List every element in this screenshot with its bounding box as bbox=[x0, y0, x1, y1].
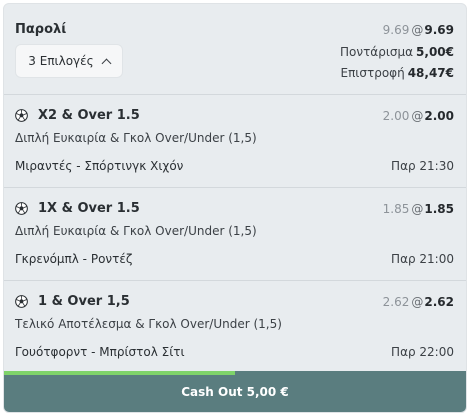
at-sign: @ bbox=[411, 295, 424, 309]
original-odds: 9.69 bbox=[382, 23, 410, 37]
original-odds: 2.00 bbox=[382, 109, 410, 123]
stake-value: 5,00€ bbox=[416, 45, 454, 59]
stake-label: Ποντάρισμα bbox=[340, 45, 414, 59]
return-label: Επιστροφή bbox=[340, 66, 405, 80]
event-time: Παρ 21:00 bbox=[391, 252, 454, 266]
current-odds: 2.62 bbox=[424, 295, 454, 309]
at-sign: @ bbox=[411, 109, 424, 123]
selection-odds: 2.00 @2.00 bbox=[383, 109, 454, 123]
selection-odds: 1.85 @1.85 bbox=[383, 202, 454, 216]
original-odds: 1.85 bbox=[382, 202, 410, 216]
market-name: Διπλή Ευκαιρία & Γκολ Over/Under (1,5) bbox=[15, 224, 257, 238]
selection-name: X2 & Over 1.5 bbox=[38, 108, 140, 123]
selection-item: 1X & Over 1.5 1.85 @1.85 Διπλή Ευκαιρία &… bbox=[4, 187, 466, 279]
at-sign: @ bbox=[411, 23, 424, 37]
market-name: Τελικό Αποτέλεσμα & Γκολ Over/Under (1,5… bbox=[15, 317, 282, 331]
cash-out-button[interactable]: Cash Out 5,00 € bbox=[4, 371, 466, 412]
bet-slip-card: Παρολί 3 Επιλογές 9.69 @9.69 Ποντάρισμα 5,… bbox=[3, 3, 467, 413]
total-odds: 9.69 @9.69 bbox=[383, 23, 454, 37]
selection-item: X2 & Over 1.5 2.00 @2.00 Διπλή Ευκαιρία &… bbox=[4, 94, 466, 186]
cash-out-label: Cash Out 5,00 € bbox=[181, 384, 289, 399]
current-odds: 2.00 bbox=[424, 109, 454, 123]
cash-out-progress-bar bbox=[4, 371, 235, 375]
soccer-ball-icon bbox=[15, 202, 28, 215]
at-sign: @ bbox=[411, 202, 424, 216]
event-name: Μιραντές - Σπόρτινγκ Χιχόν bbox=[15, 159, 184, 173]
return-value: 48,47€ bbox=[407, 66, 454, 80]
event-time: Παρ 21:30 bbox=[391, 159, 454, 173]
selections-toggle-button[interactable]: 3 Επιλογές bbox=[15, 44, 123, 78]
bet-type-title: Παρολί bbox=[15, 22, 67, 37]
event-time: Παρ 22:00 bbox=[391, 345, 454, 359]
event-name: Γκρενόμπλ - Ροντέζ bbox=[15, 252, 133, 266]
current-odds: 1.85 bbox=[424, 202, 454, 216]
selection-name: 1 & Over 1,5 bbox=[38, 294, 130, 309]
return-row: Επιστροφή 48,47€ bbox=[341, 66, 455, 80]
market-name: Διπλή Ευκαιρία & Γκολ Over/Under (1,5) bbox=[15, 131, 257, 145]
event-name: Γουότφορντ - Μπρίστολ Σίτι bbox=[15, 345, 185, 359]
selections-count-label: 3 Επιλογές bbox=[28, 54, 94, 68]
bet-header: Παρολί 3 Επιλογές 9.69 @9.69 Ποντάρισμα 5,… bbox=[4, 4, 466, 94]
soccer-ball-icon bbox=[15, 295, 28, 308]
selection-item: 1 & Over 1,5 2.62 @2.62 Τελικό Αποτέλεσμα… bbox=[4, 280, 466, 372]
chevron-up-icon bbox=[101, 58, 112, 68]
selection-name: 1X & Over 1.5 bbox=[38, 201, 140, 216]
selection-odds: 2.62 @2.62 bbox=[383, 295, 454, 309]
current-odds: 9.69 bbox=[424, 23, 454, 37]
original-odds: 2.62 bbox=[382, 295, 410, 309]
soccer-ball-icon bbox=[15, 109, 28, 122]
stake-row: Ποντάρισμα 5,00€ bbox=[340, 45, 454, 59]
